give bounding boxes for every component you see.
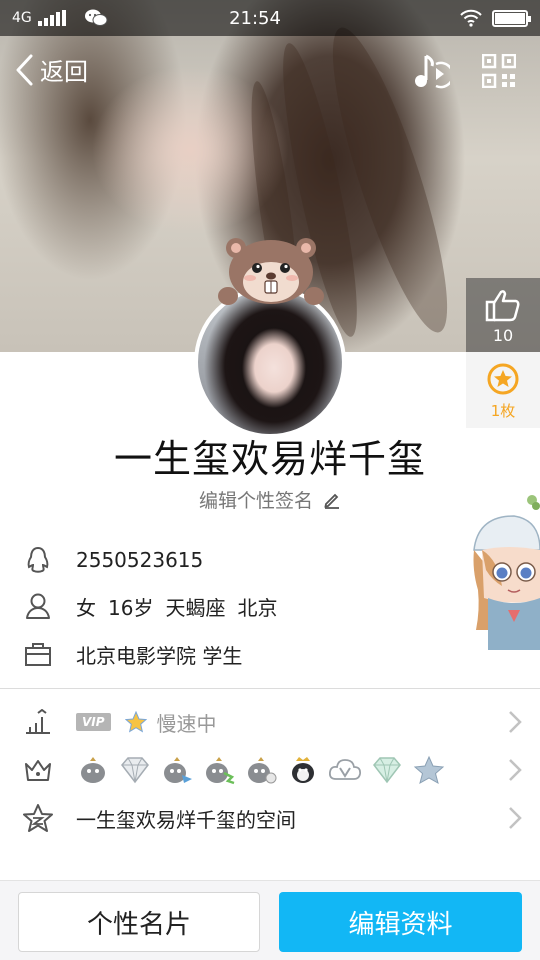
chevron-right-icon <box>509 711 522 733</box>
star-icon <box>124 711 147 733</box>
like-button[interactable]: 10 <box>466 278 540 352</box>
signature-placeholder: 编辑个性签名 <box>198 490 313 512</box>
network-type: 4G <box>12 10 32 26</box>
penguin-level-icon <box>248 757 277 784</box>
bottom-action-bar: 个性名片 编辑资料 <box>0 880 540 960</box>
penguin-level-icon <box>164 757 192 783</box>
growth-chart-icon <box>22 706 54 738</box>
briefcase-icon <box>22 638 54 670</box>
back-button[interactable]: 返回 <box>14 52 88 87</box>
chevron-right-icon <box>509 807 522 829</box>
penguin-icon <box>22 544 54 576</box>
chevron-left-icon <box>16 54 33 85</box>
edit-profile-button[interactable]: 编辑资料 <box>279 892 522 952</box>
school: 北京电影学院 学生 <box>76 643 243 668</box>
star-level-icon <box>413 755 445 785</box>
person-icon <box>22 590 54 622</box>
school-row: 北京电影学院 学生 <box>22 636 242 672</box>
basic-info-row: 女 16岁 天蝎座 北京 <box>22 588 277 624</box>
crown-icon <box>22 754 54 786</box>
qr-code-icon[interactable] <box>482 54 516 88</box>
back-label: 返回 <box>40 58 88 86</box>
like-count: 10 <box>492 326 514 345</box>
qq-number-row: 2550523615 <box>22 542 203 578</box>
chevron-right-icon <box>509 759 522 781</box>
badge-count: 1枚 <box>490 402 516 420</box>
diamond-icon <box>121 757 149 784</box>
level-badges-row[interactable] <box>22 748 532 792</box>
music-icon[interactable] <box>410 52 450 92</box>
thumbs-up-icon <box>485 290 520 322</box>
level-badges <box>76 755 446 785</box>
gender: 女 <box>76 595 96 620</box>
vip-row[interactable]: VIP 慢速中 <box>22 700 532 744</box>
battery-icon <box>492 9 531 27</box>
vip-speed-status: 慢速中 <box>156 711 217 736</box>
penguin-level-icon <box>206 757 235 785</box>
signal-icon <box>37 10 66 26</box>
vip-badge: VIP <box>76 713 111 731</box>
star-badge-icon <box>487 363 519 395</box>
anime-girl-decoration <box>473 495 540 650</box>
top-nav: 返回 <box>0 44 540 100</box>
wifi-icon <box>460 9 482 27</box>
beaver-avatar-pendant-icon <box>218 238 324 305</box>
diamond-icon <box>373 757 401 784</box>
profile-card-button[interactable]: 个性名片 <box>18 892 260 952</box>
qq-number: 2550523615 <box>76 548 204 572</box>
edit-signature-link[interactable]: 编辑个性签名 <box>0 486 540 513</box>
penguin-level-icon <box>81 757 105 783</box>
city: 北京 <box>237 595 278 620</box>
badge-button[interactable]: 1枚 <box>466 352 540 428</box>
qzone-star-icon <box>22 802 54 834</box>
age: 16岁 <box>108 595 154 620</box>
pencil-icon <box>324 493 340 509</box>
qzone-row[interactable]: 一生玺欢易烊千玺的空间 <box>22 796 532 840</box>
crowned-penguin-icon <box>292 757 314 783</box>
wechat-icon <box>84 9 108 26</box>
qzone-label: 一生玺欢易烊千玺的空间 <box>76 807 296 832</box>
clock: 21:54 <box>229 7 281 29</box>
svip-cloud-icon <box>328 759 362 780</box>
zodiac: 天蝎座 <box>165 595 226 620</box>
profile-nickname: 一生玺欢易烊千玺 <box>113 437 426 481</box>
section-divider <box>0 688 540 689</box>
status-bar: 4G 21:54 <box>0 0 540 36</box>
